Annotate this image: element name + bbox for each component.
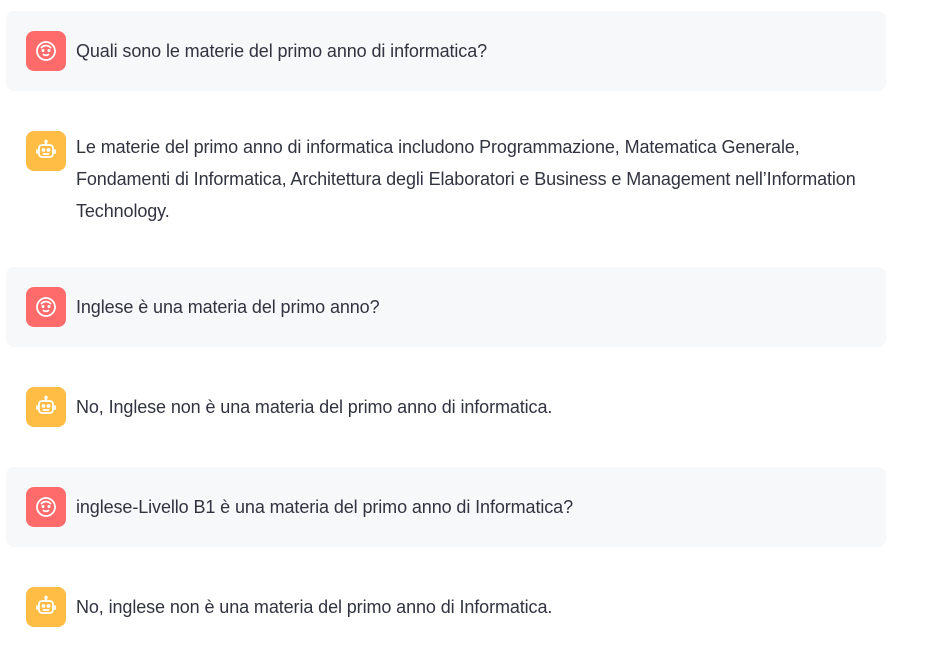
robot-icon bbox=[36, 395, 56, 414]
chat-message-user: Inglese è una materia del primo anno? bbox=[6, 267, 886, 347]
smiley-face-icon bbox=[36, 297, 56, 317]
user-avatar bbox=[26, 487, 66, 527]
chat-message-user: inglese-Livello B1 è una materia del pri… bbox=[6, 467, 886, 547]
assistant-avatar bbox=[26, 587, 66, 627]
message-text: inglese-Livello B1 è una materia del pri… bbox=[76, 497, 573, 517]
smiley-face-icon bbox=[36, 497, 56, 517]
message-text: Le materie del primo anno di informatica… bbox=[76, 137, 856, 221]
message-text: No, Inglese non è una materia del primo … bbox=[76, 397, 553, 417]
robot-icon bbox=[36, 595, 56, 614]
assistant-avatar bbox=[26, 131, 66, 171]
chat-container: Quali sono le materie del primo anno di … bbox=[0, 0, 943, 668]
user-avatar bbox=[26, 31, 66, 71]
message-text: No, inglese non è una materia del primo … bbox=[76, 597, 553, 617]
chat-message-assistant: Le materie del primo anno di informatica… bbox=[6, 111, 886, 251]
chat-message-assistant: No, inglese non è una materia del primo … bbox=[6, 567, 886, 647]
message-text: Inglese è una materia del primo anno? bbox=[76, 297, 380, 317]
robot-icon bbox=[36, 139, 56, 158]
chat-message-assistant: No, Inglese non è una materia del primo … bbox=[6, 367, 886, 447]
chat-message-user: Quali sono le materie del primo anno di … bbox=[6, 11, 886, 91]
assistant-avatar bbox=[26, 387, 66, 427]
smiley-face-icon bbox=[36, 41, 56, 61]
user-avatar bbox=[26, 287, 66, 327]
message-text: Quali sono le materie del primo anno di … bbox=[76, 41, 488, 61]
